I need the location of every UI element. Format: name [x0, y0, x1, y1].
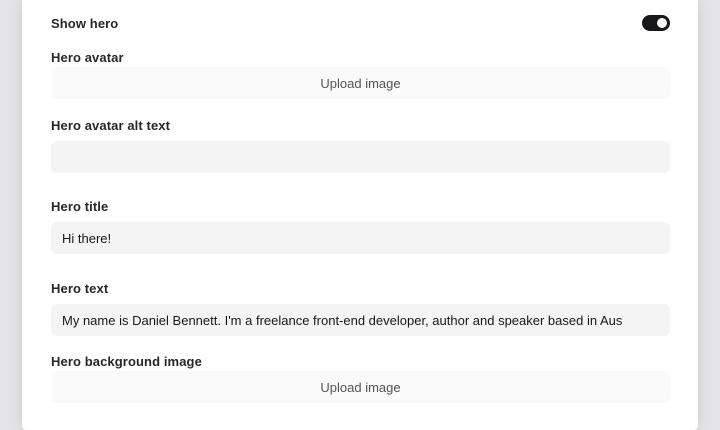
- hero-title-label: Hero title: [51, 199, 109, 214]
- hero-title-input[interactable]: [51, 222, 670, 254]
- hero-avatar-label: Hero avatar: [51, 50, 124, 65]
- settings-panel: Show hero Hero avatar Upload image Hero …: [22, 0, 698, 430]
- hero-text-input[interactable]: [51, 304, 670, 336]
- hero-background-upload-button[interactable]: Upload image: [51, 371, 670, 403]
- hero-text-label: Hero text: [51, 281, 109, 296]
- hero-avatar-upload-button[interactable]: Upload image: [51, 67, 670, 99]
- show-hero-row: Show hero: [51, 12, 670, 34]
- hero-background-label: Hero background image: [51, 354, 202, 369]
- hero-avatar-alt-label: Hero avatar alt text: [51, 118, 171, 133]
- hero-avatar-alt-input[interactable]: [51, 141, 670, 173]
- toggle-knob-icon: [657, 18, 667, 28]
- show-hero-toggle[interactable]: [642, 15, 670, 31]
- show-hero-label: Show hero: [51, 15, 119, 31]
